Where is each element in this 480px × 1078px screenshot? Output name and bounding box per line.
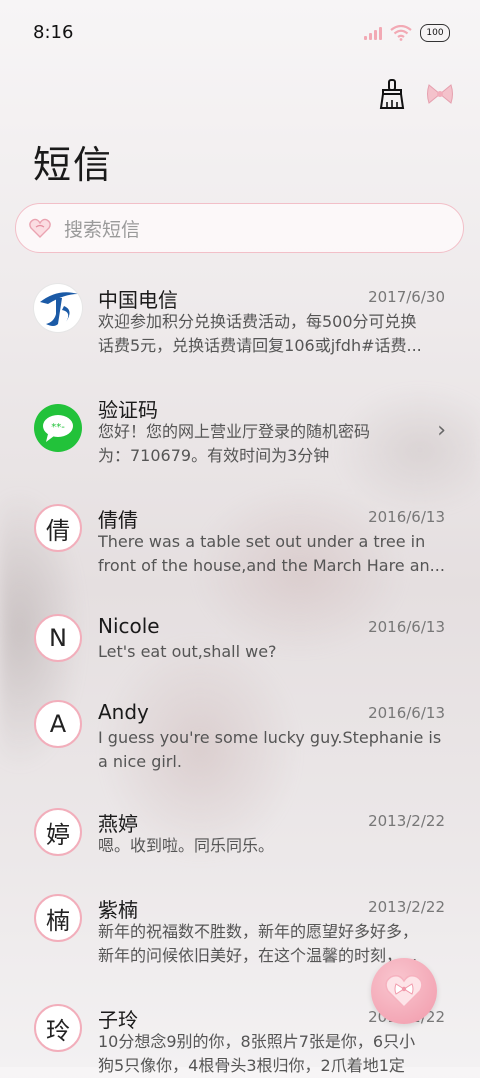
message-preview: There was a table set out under a tree i… (98, 532, 445, 575)
avatar: **- (34, 404, 82, 452)
svg-text:**-: **- (51, 422, 65, 433)
contact-name: 倩倩 (98, 508, 138, 532)
message-preview: Let's eat out,shall we? (98, 642, 277, 661)
battery-icon: 100 (420, 24, 450, 42)
heart-search-icon (29, 218, 51, 238)
message-date: 2017/6/30 (368, 288, 445, 306)
avatar: A (34, 700, 82, 748)
avatar: 婷 (34, 808, 82, 856)
compose-button[interactable] (371, 958, 437, 1024)
avatar (34, 284, 82, 332)
chat-bubble-icon: **- (43, 415, 73, 442)
message-preview: I guess you're some lucky guy.Stephanie … (98, 728, 442, 771)
contact-name: 紫楠 (98, 898, 138, 922)
heart-bow-icon (385, 974, 423, 1009)
broom-icon[interactable] (378, 78, 406, 110)
search-placeholder: 搜索短信 (64, 218, 141, 241)
avatar: N (34, 614, 82, 662)
contact-name: Andy (98, 700, 149, 724)
signal-icon (364, 26, 382, 40)
message-preview: 10分想念9别的你，8张照片7张是你，6只小 狗5只像你，4根骨头3根归你，2爪… (98, 1032, 416, 1075)
wifi-icon (390, 25, 412, 41)
message-date: 2016/6/13 (368, 618, 445, 636)
battery-level: 100 (426, 28, 444, 38)
page-title: 短信 (33, 143, 114, 187)
avatar: 倩 (34, 504, 82, 552)
message-date: 2013/2/22 (368, 898, 445, 916)
message-date: 2016/6/13 (368, 508, 445, 526)
message-preview: 嗯。收到啦。同乐同乐。 (98, 836, 275, 855)
header-actions (378, 78, 454, 110)
message-preview: 您好！您的网上营业厅登录的随机密码 为：710679。有效时间为3分钟 (98, 422, 371, 465)
avatar: 玲 (34, 1004, 82, 1052)
search-input[interactable]: 搜索短信 (15, 203, 464, 253)
status-bar: 8:16 100 (0, 0, 480, 68)
contact-name: 子玲 (98, 1008, 138, 1032)
message-preview: 欢迎参加积分兑换话费活动，每500分可兑换 话费5元，兑换话费请回复106或jf… (98, 312, 422, 355)
avatar: 楠 (34, 894, 82, 942)
message-date: 2016/6/13 (368, 704, 445, 722)
contact-name: Nicole (98, 614, 160, 638)
status-time: 8:16 (33, 22, 74, 43)
contact-name: 验证码 (98, 398, 158, 422)
china-telecom-logo-icon (40, 292, 78, 326)
contact-name: 燕婷 (98, 812, 138, 836)
theme-bow-icon[interactable] (426, 82, 454, 106)
message-date: 2013/2/22 (368, 812, 445, 830)
contact-name: 中国电信 (98, 288, 178, 312)
status-icons: 100 (364, 24, 450, 42)
